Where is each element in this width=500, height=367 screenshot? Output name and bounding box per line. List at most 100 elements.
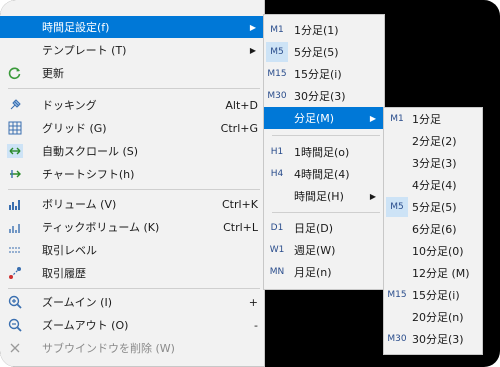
menu-item-chartshift[interactable]: チャートシフト(h) xyxy=(0,163,264,185)
submenu-item-label: 6分足(6) xyxy=(412,223,457,236)
submenu-item-2min[interactable]: 2分足(2) xyxy=(384,130,482,152)
volume-bars-icon xyxy=(0,193,30,215)
submenu-item-label: 時間足(H) xyxy=(294,190,344,203)
submenu-item-h4[interactable]: H4 4時間足(4) xyxy=(264,163,384,185)
autoscroll-icon xyxy=(0,140,30,162)
timeframe-submenu: M1 1分足(1) M5 5分足(5) M15 15分足(i) M30 30分足… xyxy=(263,14,385,290)
menu-item-zoomin[interactable]: ズームイン (I) + xyxy=(0,291,264,313)
menu-separator xyxy=(272,135,380,136)
timeframe-code: M30 xyxy=(387,334,407,344)
menu-item-autoscroll[interactable]: 自動スクロール (S) xyxy=(0,140,264,162)
submenu-item-15min[interactable]: M15 15分足(i) xyxy=(384,284,482,306)
timeframe-code: M1 xyxy=(390,114,404,124)
submenu-item-label: 週足(W) xyxy=(294,244,336,257)
submenu-item-m15[interactable]: M15 15分足(i) xyxy=(264,63,384,85)
submenu-item-label: 5分足(5) xyxy=(294,46,339,59)
menu-item-label: ティックボリューム (K) xyxy=(42,221,160,234)
submenu-item-label: 30分足(3) xyxy=(412,333,464,346)
submenu-item-label: 1分足(1) xyxy=(294,24,339,37)
menu-item-label: ボリューム (V) xyxy=(42,198,117,211)
menu-item-tradelevel[interactable]: 取引レベル xyxy=(0,239,264,261)
menu-item-shortcut: + xyxy=(248,295,258,309)
submenu-item-label: 2分足(2) xyxy=(412,135,457,148)
submenu-item-label: 20分足(n) xyxy=(412,311,464,324)
submenu-item-label: 日足(D) xyxy=(294,222,334,235)
submenu-item-3min[interactable]: 3分足(3) xyxy=(384,152,482,174)
submenu-item-label: 15分足(i) xyxy=(412,289,460,302)
submenu-item-6min[interactable]: 6分足(6) xyxy=(384,218,482,240)
timeframe-code: M30 xyxy=(267,91,287,101)
menu-item-delete-subwindow: サブウインドウを削除 (W) xyxy=(0,337,264,359)
menu-separator xyxy=(8,288,260,289)
submenu-item-label: 1時間足(o) xyxy=(294,146,350,159)
timeframe-code: W1 xyxy=(269,245,285,255)
submenu-item-d1[interactable]: D1 日足(D) xyxy=(264,217,384,239)
pin-icon xyxy=(0,94,30,116)
menu-item-label: テンプレート (T) xyxy=(42,44,127,57)
menu-item-grid[interactable]: グリッド (G) Ctrl+G xyxy=(0,117,264,139)
chart-context-menu: 時間足設定(f) ▶ テンプレート (T) ▶ 更新 ドッキング Alt+D グ… xyxy=(0,0,265,367)
menu-item-refresh[interactable]: 更新 xyxy=(0,62,264,84)
menu-item-tradehistory[interactable]: 取引履歴 xyxy=(0,262,264,284)
submenu-item-m30[interactable]: M30 30分足(3) xyxy=(264,85,384,107)
submenu-item-label: 月足(n) xyxy=(294,266,332,279)
trade-history-icon xyxy=(0,262,30,284)
menu-item-label: 取引履歴 xyxy=(42,267,86,280)
window-frame: 時間足設定(f) ▶ テンプレート (T) ▶ 更新 ドッキング Alt+D グ… xyxy=(0,0,500,367)
chevron-right-icon: ▶ xyxy=(249,45,256,55)
menu-item-docking[interactable]: ドッキング Alt+D xyxy=(0,94,264,116)
menu-item-label: ズームアウト (O) xyxy=(42,319,129,332)
menu-item-label: ズームイン (I) xyxy=(42,296,112,309)
submenu-item-30min[interactable]: M30 30分足(3) xyxy=(384,328,482,350)
timeframe-code: M5 xyxy=(386,197,408,217)
submenu-item-4min[interactable]: 4分足(4) xyxy=(384,174,482,196)
submenu-item-h1[interactable]: H1 1時間足(o) xyxy=(264,141,384,163)
submenu-item-label: 分足(M) xyxy=(294,112,335,125)
menu-item-shortcut: Alt+D xyxy=(225,98,258,112)
grid-icon xyxy=(0,117,30,139)
menu-item-shortcut: Ctrl+K xyxy=(221,197,258,211)
chevron-right-icon: ▶ xyxy=(369,191,376,201)
submenu-item-m5[interactable]: M5 5分足(5) xyxy=(264,41,384,63)
submenu-item-hours[interactable]: 時間足(H) ▶ xyxy=(264,185,384,207)
timeframe-code: M1 xyxy=(270,25,284,35)
submenu-item-label: 30分足(3) xyxy=(294,90,346,103)
menu-item-label: サブウインドウを削除 (W) xyxy=(42,342,175,355)
menu-item-shortcut: - xyxy=(254,318,258,332)
timeframe-code: M5 xyxy=(266,42,288,62)
submenu-item-mn[interactable]: MN 月足(n) xyxy=(264,261,384,283)
timeframe-code: H4 xyxy=(270,169,284,179)
submenu-item-m1[interactable]: M1 1分足(1) xyxy=(264,19,384,41)
close-icon xyxy=(0,337,30,359)
menu-item-template[interactable]: テンプレート (T) ▶ xyxy=(0,39,264,61)
submenu-item-12min[interactable]: 12分足 (M) xyxy=(384,262,482,284)
menu-separator xyxy=(8,88,260,89)
menu-item-tickvolume[interactable]: ティックボリューム (K) Ctrl+L xyxy=(0,216,264,238)
menu-separator xyxy=(8,189,260,190)
submenu-item-20min[interactable]: 20分足(n) xyxy=(384,306,482,328)
menu-item-timeframe[interactable]: 時間足設定(f) ▶ xyxy=(0,16,264,38)
submenu-item-w1[interactable]: W1 週足(W) xyxy=(264,239,384,261)
trade-level-icon xyxy=(0,239,30,261)
menu-item-shortcut: Ctrl+L xyxy=(223,220,258,234)
timeframe-code: H1 xyxy=(270,147,284,157)
submenu-item-label: 1分足 xyxy=(412,113,441,126)
menu-item-label: 時間足設定(f) xyxy=(42,21,110,34)
menu-item-volume[interactable]: ボリューム (V) Ctrl+K xyxy=(0,193,264,215)
menu-separator xyxy=(272,212,380,213)
submenu-item-5min[interactable]: M5 5分足(5) xyxy=(384,196,482,218)
submenu-item-1min[interactable]: M1 1分足 xyxy=(384,108,482,130)
submenu-item-minutes[interactable]: 分足(M) ▶ xyxy=(264,107,384,129)
refresh-icon xyxy=(0,62,30,84)
chevron-right-icon: ▶ xyxy=(249,22,256,32)
menu-item-label: 取引レベル xyxy=(42,244,97,257)
timeframe-code: D1 xyxy=(270,223,284,233)
submenu-item-label: 10分足(0) xyxy=(412,245,464,258)
menu-item-shortcut: Ctrl+G xyxy=(220,121,258,135)
menu-item-zoomout[interactable]: ズームアウト (O) - xyxy=(0,314,264,336)
submenu-item-label: 3分足(3) xyxy=(412,157,457,170)
submenu-item-label: 4分足(4) xyxy=(412,179,457,192)
submenu-item-10min[interactable]: 10分足(0) xyxy=(384,240,482,262)
zoom-out-icon xyxy=(0,314,30,336)
timeframe-code: M15 xyxy=(267,69,287,79)
